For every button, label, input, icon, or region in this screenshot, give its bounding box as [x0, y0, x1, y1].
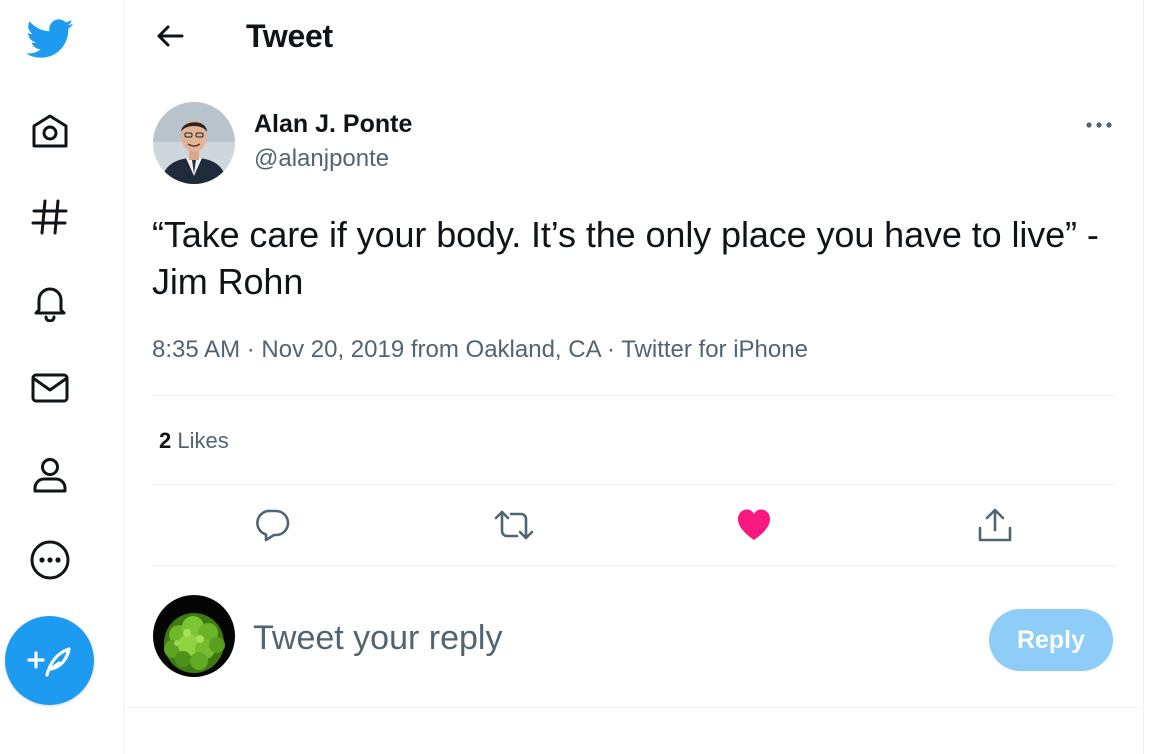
like-button[interactable]	[729, 500, 779, 550]
arrow-left-icon	[157, 25, 184, 47]
author-handle: @alanjponte	[254, 145, 390, 172]
tweet-date[interactable]: Nov 20, 2019	[261, 336, 404, 363]
meta-separator: ·	[246, 336, 255, 363]
divider	[152, 395, 1116, 396]
likes-count: 2	[159, 428, 172, 453]
tweet-location[interactable]: from Oakland, CA	[411, 336, 600, 363]
current-user-avatar[interactable]	[153, 595, 235, 677]
page-header: Tweet	[125, 0, 1144, 72]
tweet-detail-column: Tweet Alan J. Ponte @alanjponte “Take ca…	[125, 0, 1144, 754]
nav-explore[interactable]	[24, 191, 76, 243]
reply-button[interactable]	[248, 500, 298, 550]
tweet-source[interactable]: Twitter for iPhone	[621, 336, 808, 363]
like-filled-icon	[738, 509, 770, 540]
hashtag-icon	[31, 199, 68, 235]
tweet-action-bar	[152, 490, 1116, 560]
tweet-meta: 8:35 AM · Nov 20, 2019 from Oakland, CA …	[152, 334, 808, 366]
sidebar	[0, 0, 124, 754]
bell-icon	[34, 287, 66, 322]
reply-submit-button[interactable]: Reply	[989, 609, 1113, 671]
retweet-button[interactable]	[489, 500, 539, 550]
twitter-logo[interactable]	[24, 14, 76, 64]
more-horizontal-icon	[1086, 122, 1112, 128]
twitter-logo-icon	[26, 19, 74, 58]
page-title: Tweet	[246, 18, 333, 54]
meta-separator: ·	[606, 336, 615, 363]
compose-icon	[26, 646, 71, 677]
nav-more[interactable]	[24, 534, 76, 586]
reply-input[interactable]	[253, 612, 953, 664]
nav-profile[interactable]	[24, 449, 76, 501]
nav-notifications[interactable]	[24, 276, 76, 328]
mail-icon	[31, 373, 69, 403]
tweet-more-button[interactable]	[1077, 106, 1121, 144]
author-avatar[interactable]	[153, 102, 235, 184]
tweet-text: “Take care if your body. It’s the only p…	[152, 214, 1099, 302]
compose-tweet-button[interactable]	[5, 616, 94, 705]
share-button[interactable]	[970, 500, 1020, 550]
more-circle-icon	[30, 540, 70, 580]
nav-messages[interactable]	[24, 362, 76, 414]
tweet-time[interactable]: 8:35 AM	[152, 336, 240, 363]
divider	[125, 707, 1144, 708]
profile-icon	[33, 458, 67, 493]
author-avatar-image	[153, 102, 235, 184]
current-user-avatar-image	[153, 595, 235, 677]
share-icon	[978, 508, 1012, 542]
likes-count-link[interactable]: 2 Likes	[159, 426, 229, 456]
home-icon	[32, 114, 68, 148]
divider	[152, 484, 1116, 485]
reply-icon	[256, 509, 290, 542]
divider	[152, 565, 1116, 566]
author-name[interactable]: Alan J. Ponte	[254, 109, 412, 139]
nav-home[interactable]	[24, 106, 76, 158]
likes-label: Likes	[177, 428, 229, 453]
back-button[interactable]	[147, 13, 193, 59]
retweet-icon	[494, 510, 534, 540]
